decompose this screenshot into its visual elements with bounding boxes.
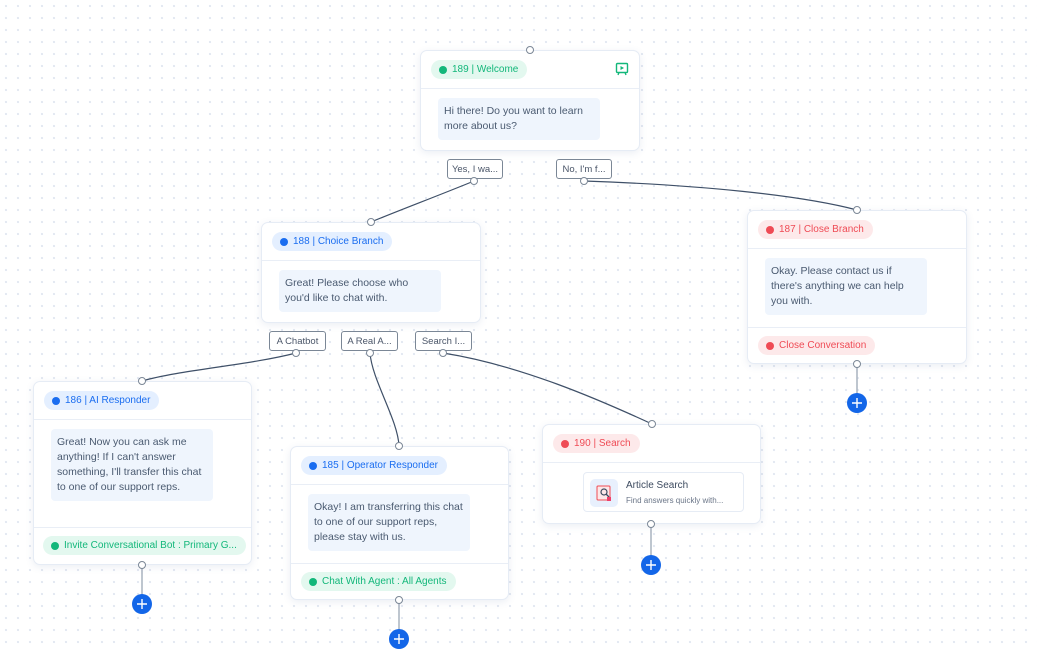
wire-yes-to-choice-branch bbox=[370, 180, 475, 223]
article-search-icon bbox=[590, 479, 618, 507]
node-label-pill: 190 | Search bbox=[553, 434, 640, 453]
node-header: 185 | Operator Responder bbox=[291, 447, 508, 485]
node-header: 189 | Welcome bbox=[421, 51, 639, 89]
node-close-branch[interactable]: 187 | Close Branch Okay. Please contact … bbox=[747, 210, 967, 364]
article-search-card[interactable]: Article Search Find answers quickly with… bbox=[583, 472, 744, 512]
status-dot bbox=[439, 65, 447, 74]
output-port[interactable] bbox=[853, 360, 861, 368]
plus-icon bbox=[394, 634, 404, 644]
input-port[interactable] bbox=[138, 377, 146, 385]
node-body: Hi there! Do you want to learn more abou… bbox=[421, 89, 639, 152]
output-port[interactable] bbox=[439, 349, 447, 357]
add-node-button[interactable] bbox=[389, 629, 409, 649]
status-dot bbox=[309, 577, 317, 586]
action-label: Close Conversation bbox=[779, 340, 867, 351]
plus-icon bbox=[137, 599, 147, 609]
node-body: Okay. Please contact us if there's anyth… bbox=[748, 249, 966, 327]
output-port[interactable] bbox=[138, 561, 146, 569]
choice-button-yes[interactable]: Yes, I wa... bbox=[447, 159, 503, 179]
action-pill[interactable]: Invite Conversational Bot : Primary G... bbox=[43, 536, 246, 555]
action-pill[interactable]: Close Conversation bbox=[758, 336, 876, 355]
node-header: 188 | Choice Branch bbox=[262, 223, 480, 261]
node-header: 187 | Close Branch bbox=[748, 211, 966, 249]
choice-button-search[interactable]: Search I... bbox=[415, 331, 472, 351]
action-label: Chat With Agent : All Agents bbox=[322, 576, 447, 587]
node-body: Okay! I am transferring this chat to one… bbox=[291, 485, 508, 563]
add-node-button[interactable] bbox=[132, 594, 152, 614]
node-search[interactable]: 190 | Search Article Search Find answers… bbox=[542, 424, 761, 524]
wire-no-to-close-branch bbox=[583, 180, 858, 211]
input-port[interactable] bbox=[648, 420, 656, 428]
node-label-pill: 187 | Close Branch bbox=[758, 220, 873, 239]
node-operator-responder[interactable]: 185 | Operator Responder Okay! I am tran… bbox=[290, 446, 509, 600]
node-choice-branch[interactable]: 188 | Choice Branch Great! Please choose… bbox=[261, 222, 481, 323]
action-label: Invite Conversational Bot : Primary G... bbox=[64, 540, 237, 551]
node-label: 189 | Welcome bbox=[452, 64, 519, 75]
add-node-button[interactable] bbox=[641, 555, 661, 575]
output-port[interactable] bbox=[470, 177, 478, 185]
article-search-description: Find answers quickly with... bbox=[626, 496, 724, 505]
wire-chatbot-to-ai-responder bbox=[141, 352, 297, 382]
node-label: 190 | Search bbox=[574, 438, 631, 449]
status-dot bbox=[766, 341, 774, 350]
choice-button-real-agent[interactable]: A Real A... bbox=[341, 331, 398, 351]
input-port[interactable] bbox=[853, 206, 861, 214]
output-port[interactable] bbox=[580, 177, 588, 185]
node-footer: Chat With Agent : All Agents bbox=[291, 563, 508, 599]
wire-search-to-search-node bbox=[442, 352, 653, 425]
message-bubble: Okay! I am transferring this chat to one… bbox=[308, 494, 470, 551]
node-body: Great! Please choose who you'd like to c… bbox=[262, 261, 480, 324]
node-label-pill: 185 | Operator Responder bbox=[301, 456, 448, 475]
message-bubble: Okay. Please contact us if there's anyth… bbox=[765, 258, 927, 315]
node-body: Great! Now you can ask me anything! If I… bbox=[34, 420, 251, 527]
input-port[interactable] bbox=[526, 46, 534, 54]
status-dot bbox=[309, 461, 317, 470]
wire-real-agent-to-operator bbox=[369, 352, 400, 447]
output-port[interactable] bbox=[366, 349, 374, 357]
node-header: 186 | AI Responder bbox=[34, 382, 251, 420]
node-header: 190 | Search bbox=[543, 425, 760, 463]
node-label: 188 | Choice Branch bbox=[293, 236, 384, 247]
node-label: 186 | AI Responder bbox=[65, 395, 151, 406]
output-port[interactable] bbox=[292, 349, 300, 357]
node-label-pill: 186 | AI Responder bbox=[44, 391, 160, 410]
node-label-pill: 189 | Welcome bbox=[431, 60, 528, 79]
node-footer: Close Conversation bbox=[748, 327, 966, 363]
status-dot bbox=[52, 396, 60, 405]
message-bubble: Hi there! Do you want to learn more abou… bbox=[438, 98, 600, 140]
output-port[interactable] bbox=[647, 520, 655, 528]
message-bubble: Great! Please choose who you'd like to c… bbox=[279, 270, 441, 312]
add-node-button[interactable] bbox=[847, 393, 867, 413]
status-dot bbox=[561, 439, 569, 448]
node-welcome[interactable]: 189 | Welcome Hi there! Do you want to l… bbox=[420, 50, 640, 151]
plus-icon bbox=[646, 560, 656, 570]
node-label: 187 | Close Branch bbox=[779, 224, 864, 235]
input-port[interactable] bbox=[395, 442, 403, 450]
output-port[interactable] bbox=[395, 596, 403, 604]
status-dot bbox=[766, 225, 774, 234]
node-footer: Invite Conversational Bot : Primary G... bbox=[34, 527, 251, 563]
status-dot bbox=[51, 541, 59, 550]
bot-preview-icon[interactable] bbox=[615, 62, 629, 76]
plus-icon bbox=[852, 398, 862, 408]
input-port[interactable] bbox=[367, 218, 375, 226]
action-pill[interactable]: Chat With Agent : All Agents bbox=[301, 572, 456, 591]
choice-button-chatbot[interactable]: A Chatbot bbox=[269, 331, 326, 351]
article-search-title: Article Search bbox=[626, 480, 689, 491]
node-ai-responder[interactable]: 186 | AI Responder Great! Now you can as… bbox=[33, 381, 252, 565]
node-label: 185 | Operator Responder bbox=[322, 460, 439, 471]
status-dot bbox=[280, 237, 288, 246]
message-bubble: Great! Now you can ask me anything! If I… bbox=[51, 429, 213, 501]
node-label-pill: 188 | Choice Branch bbox=[272, 232, 393, 251]
choice-button-no[interactable]: No, I'm f... bbox=[556, 159, 612, 179]
